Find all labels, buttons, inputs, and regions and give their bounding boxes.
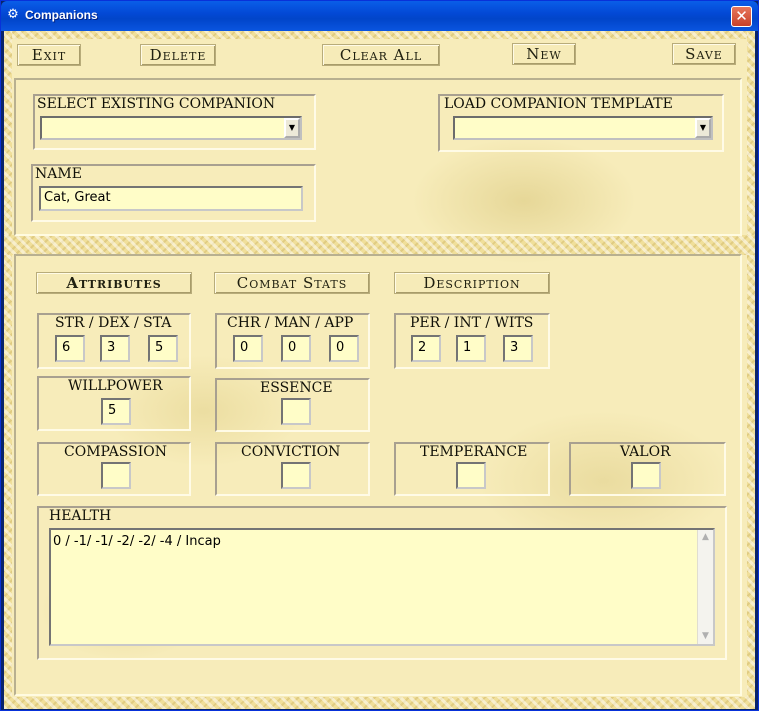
window-title: Companions [25, 8, 98, 22]
willpower-field[interactable]: 5 [101, 398, 131, 425]
conviction-group: CONVICTION [215, 442, 370, 496]
save-button[interactable]: Save [672, 43, 736, 65]
health-scrollbar[interactable]: ▲ ▼ [697, 530, 713, 644]
delete-button[interactable]: Delete [140, 44, 216, 66]
scroll-down-icon[interactable]: ▼ [698, 629, 713, 644]
dex-field[interactable]: 3 [100, 335, 130, 362]
tab-attributes[interactable]: Attributes [36, 272, 192, 294]
essence-group: ESSENCE [215, 378, 370, 432]
social-attributes-group: CHR / MAN / APP 0 0 0 [215, 313, 370, 369]
scroll-up-icon[interactable]: ▲ [698, 530, 713, 545]
select-existing-combo[interactable]: ▼ [40, 116, 302, 140]
health-track-text: 0 / -1/ -1/ -2/ -2/ -4 / Incap [53, 534, 221, 549]
essence-label: ESSENCE [260, 380, 333, 396]
man-field[interactable]: 0 [281, 335, 311, 362]
int-field[interactable]: 1 [456, 335, 486, 362]
conviction-field[interactable] [281, 462, 311, 489]
gear-icon: ⚙ [7, 7, 19, 22]
close-button[interactable]: ✕ [731, 6, 752, 27]
client-area: Exit Delete Clear All New Save SELECT EX… [4, 31, 755, 709]
app-field[interactable]: 0 [329, 335, 359, 362]
mental-label: PER / INT / WITS [410, 315, 534, 331]
health-label: HEALTH [49, 508, 112, 524]
compassion-field[interactable] [101, 462, 131, 489]
select-existing-group: SELECT EXISTING COMPANION ▼ [33, 94, 316, 150]
chr-field[interactable]: 0 [233, 335, 263, 362]
texture-border-left [4, 31, 12, 709]
social-label: CHR / MAN / APP [227, 315, 354, 331]
valor-label: VALOR [620, 444, 671, 460]
temperance-field[interactable] [456, 462, 486, 489]
essence-field[interactable] [281, 398, 311, 425]
tab-description[interactable]: Description [394, 272, 550, 294]
name-label: NAME [35, 166, 82, 182]
sta-field[interactable]: 5 [148, 335, 178, 362]
chevron-down-icon[interactable]: ▼ [695, 118, 711, 138]
load-template-group: LOAD COMPANION TEMPLATE ▼ [438, 94, 724, 152]
physical-label: STR / DEX / STA [55, 315, 172, 331]
name-group: NAME Cat, Great [31, 164, 316, 222]
conviction-label: CONVICTION [241, 444, 341, 460]
compassion-label: COMPASSION [64, 444, 167, 460]
load-template-label: LOAD COMPANION TEMPLATE [444, 96, 673, 112]
valor-group: VALOR [569, 442, 726, 496]
title-bar[interactable]: ⚙ Companions ✕ [1, 1, 758, 31]
wits-field[interactable]: 3 [503, 335, 533, 362]
clear-all-button[interactable]: Clear All [322, 44, 440, 66]
temperance-label: TEMPERANCE [420, 444, 528, 460]
name-input[interactable]: Cat, Great [39, 186, 303, 211]
texture-border-bottom [4, 697, 755, 709]
chevron-down-icon[interactable]: ▼ [284, 118, 300, 138]
select-existing-label: SELECT EXISTING COMPANION [37, 96, 276, 112]
health-group: HEALTH 0 / -1/ -1/ -2/ -2/ -4 / Incap ▲ … [37, 506, 727, 660]
texture-border-top [4, 31, 755, 39]
new-button[interactable]: New [512, 43, 576, 65]
companions-window: ⚙ Companions ✕ Exit Delete Clear All New… [0, 0, 759, 711]
texture-divider [4, 235, 755, 255]
willpower-group: WILLPOWER 5 [37, 376, 191, 431]
exit-button[interactable]: Exit [17, 44, 81, 66]
str-field[interactable]: 6 [55, 335, 85, 362]
valor-field[interactable] [631, 462, 661, 489]
mental-attributes-group: PER / INT / WITS 2 1 3 [394, 313, 550, 369]
tab-combat-stats[interactable]: Combat Stats [214, 272, 370, 294]
companion-stats-panel: Attributes Combat Stats Description STR … [14, 254, 742, 696]
physical-attributes-group: STR / DEX / STA 6 3 5 [37, 313, 191, 369]
texture-border-right [747, 31, 755, 709]
health-textarea[interactable]: 0 / -1/ -1/ -2/ -2/ -4 / Incap ▲ ▼ [49, 528, 715, 646]
load-template-combo[interactable]: ▼ [453, 116, 713, 140]
per-field[interactable]: 2 [411, 335, 441, 362]
companion-select-panel: SELECT EXISTING COMPANION ▼ LOAD COMPANI… [14, 78, 742, 236]
temperance-group: TEMPERANCE [394, 442, 550, 496]
willpower-label: WILLPOWER [68, 378, 163, 394]
compassion-group: COMPASSION [37, 442, 191, 496]
